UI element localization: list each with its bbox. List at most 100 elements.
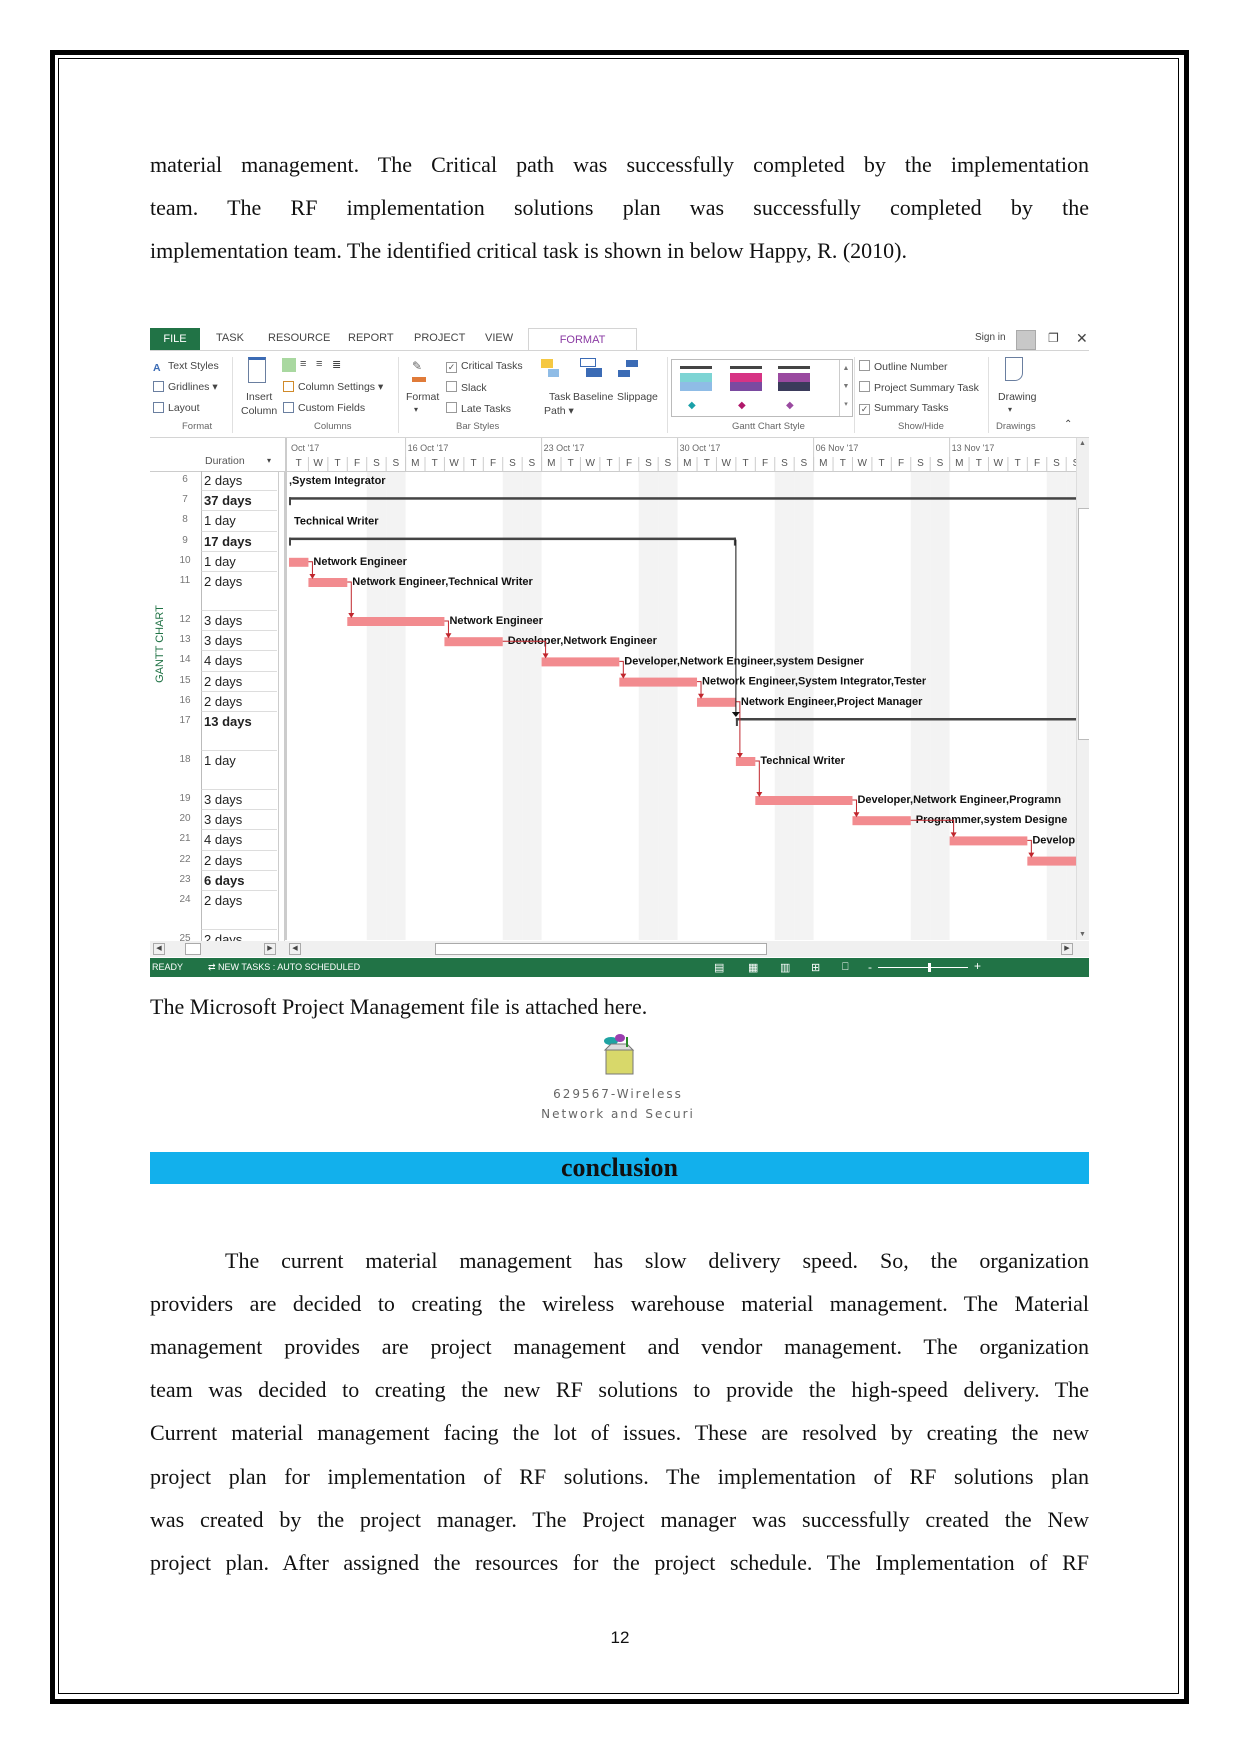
task-path-icon[interactable]: [541, 359, 553, 368]
tab-view[interactable]: VIEW: [485, 332, 513, 344]
row-number[interactable]: 10: [170, 555, 200, 566]
zoom-out-icon[interactable]: -: [868, 960, 872, 974]
dropdown-arrow-icon[interactable]: ▾: [414, 405, 418, 414]
drawing-button[interactable]: Drawing: [998, 391, 1037, 403]
duration-cell[interactable]: 4 days: [201, 651, 277, 672]
dropdown-arrow-icon[interactable]: ▾: [1008, 405, 1012, 414]
duration-cell[interactable]: 2 days: [201, 572, 277, 611]
package-icon[interactable]: [597, 1032, 643, 1083]
column-label[interactable]: Column: [241, 405, 277, 417]
duration-cell[interactable]: 3 days: [201, 611, 277, 632]
insert-label[interactable]: Insert: [246, 391, 272, 403]
scroll-left-icon[interactable]: ◀: [289, 943, 301, 955]
zoom-slider[interactable]: [878, 967, 968, 968]
sign-in-link[interactable]: Sign in: [975, 332, 1006, 343]
avatar[interactable]: [1016, 330, 1036, 350]
row-number[interactable]: 13: [170, 634, 200, 645]
row-number[interactable]: 21: [170, 833, 200, 844]
gantt-style-2[interactable]: ◆: [738, 400, 746, 411]
duration-cell[interactable]: 37 days: [201, 491, 277, 512]
gantt-style-3[interactable]: ◆: [786, 400, 794, 411]
slippage-button[interactable]: Slippage: [617, 391, 658, 403]
duration-cell[interactable]: 3 days: [201, 631, 277, 652]
attachment-name-line2[interactable]: Network and Securi: [518, 1107, 718, 1121]
restore-icon[interactable]: ❐: [1048, 331, 1059, 345]
duration-cell[interactable]: 1 day: [201, 551, 277, 572]
team-planner-icon[interactable]: ▥: [780, 961, 790, 974]
duration-cell[interactable]: 1 day: [201, 511, 277, 532]
text-styles-button[interactable]: A Text Styles: [153, 360, 219, 374]
report-icon[interactable]: ⎕: [842, 961, 849, 974]
row-number[interactable]: 19: [170, 793, 200, 804]
row-number[interactable]: 6: [170, 474, 200, 485]
row-number[interactable]: 16: [170, 695, 200, 706]
row-number[interactable]: 18: [170, 754, 200, 765]
tab-project[interactable]: PROJECT: [414, 332, 465, 344]
format-button[interactable]: Format: [406, 391, 439, 403]
duration-cell[interactable]: 2 days: [201, 471, 277, 492]
summary-tasks-checkbox[interactable]: ✓ Summary Tasks: [859, 402, 949, 415]
slippage-icon[interactable]: [626, 360, 638, 367]
baseline-icon[interactable]: [580, 358, 596, 367]
critical-tasks-checkbox[interactable]: ✓ Critical Tasks: [446, 360, 523, 373]
align-center-icon[interactable]: ≡: [300, 358, 306, 370]
zoom-slider-thumb[interactable]: [928, 963, 931, 972]
new-tasks-mode[interactable]: ⇄ NEW TASKS : AUTO SCHEDULED: [208, 962, 360, 973]
resource-sheet-icon[interactable]: ⊞: [811, 961, 820, 974]
tab-file[interactable]: FILE: [150, 328, 200, 350]
row-number[interactable]: 15: [170, 675, 200, 686]
filter-dropdown-icon[interactable]: ▾: [267, 456, 271, 465]
project-summary-task-checkbox[interactable]: Project Summary Task: [859, 381, 979, 394]
duration-cell[interactable]: 2 days: [201, 891, 277, 930]
row-number[interactable]: 20: [170, 813, 200, 824]
align-right-icon[interactable]: ≡: [316, 358, 322, 370]
insert-column-icon[interactable]: [248, 357, 266, 383]
format-bar-icon[interactable]: ✎: [412, 357, 426, 382]
duration-cell[interactable]: 6 days: [201, 870, 277, 891]
row-number[interactable]: 8: [170, 514, 200, 525]
column-settings-button[interactable]: Column Settings ▾: [283, 381, 383, 393]
table-scroll-thumb[interactable]: [185, 943, 201, 955]
duration-cell[interactable]: 4 days: [201, 830, 277, 851]
tab-resource[interactable]: RESOURCE: [268, 332, 330, 344]
drawing-icon[interactable]: [1005, 357, 1023, 381]
tab-format[interactable]: FORMAT: [528, 328, 637, 351]
task-usage-icon[interactable]: ▦: [748, 961, 758, 974]
row-number[interactable]: 7: [170, 494, 200, 505]
close-icon[interactable]: ✕: [1076, 330, 1088, 347]
wrap-text-icon[interactable]: ≣: [332, 358, 341, 371]
duration-cell[interactable]: 17 days: [201, 531, 277, 552]
baseline-button[interactable]: Baseline: [573, 391, 613, 403]
duration-cell[interactable]: 2 days: [201, 850, 277, 871]
duration-cell[interactable]: 2 days: [201, 671, 277, 692]
slack-checkbox[interactable]: Slack: [446, 381, 487, 394]
scroll-right-icon[interactable]: ▶: [1061, 943, 1073, 955]
row-number[interactable]: 12: [170, 614, 200, 625]
gantt-scroll-thumb[interactable]: [435, 943, 767, 955]
row-number[interactable]: 9: [170, 535, 200, 546]
row-number[interactable]: 24: [170, 894, 200, 905]
row-number[interactable]: 14: [170, 654, 200, 665]
gallery-scroll[interactable]: ▲ ▼ ▾: [839, 360, 852, 416]
late-tasks-checkbox[interactable]: Late Tasks: [446, 402, 511, 415]
outline-number-checkbox[interactable]: Outline Number: [859, 360, 948, 373]
zoom-in-icon[interactable]: +: [974, 959, 981, 973]
duration-cell[interactable]: 1 day: [201, 751, 277, 790]
row-number[interactable]: 11: [170, 575, 200, 586]
row-number[interactable]: 17: [170, 715, 200, 726]
gridlines-button[interactable]: Gridlines ▾: [153, 381, 218, 393]
align-left-icon[interactable]: [282, 358, 296, 372]
scroll-left-icon[interactable]: ◀: [153, 943, 165, 955]
tab-report[interactable]: REPORT: [348, 332, 394, 344]
attachment-name-line1[interactable]: 629567-Wireless: [518, 1087, 718, 1101]
duration-cell[interactable]: 3 days: [201, 810, 277, 831]
gantt-view-icon[interactable]: ▤: [714, 961, 724, 974]
duration-cell[interactable]: 2 days: [201, 691, 277, 712]
duration-column-header[interactable]: Duration: [205, 455, 245, 467]
task-path-button[interactable]: Path ▾: [544, 405, 574, 417]
duration-cell[interactable]: 13 days: [201, 712, 277, 751]
scroll-thumb[interactable]: [1078, 508, 1089, 740]
row-number[interactable]: 22: [170, 854, 200, 865]
collapse-ribbon-icon[interactable]: ⌃: [1064, 419, 1072, 430]
vertical-scrollbar[interactable]: ▲ ▼: [1076, 438, 1089, 940]
